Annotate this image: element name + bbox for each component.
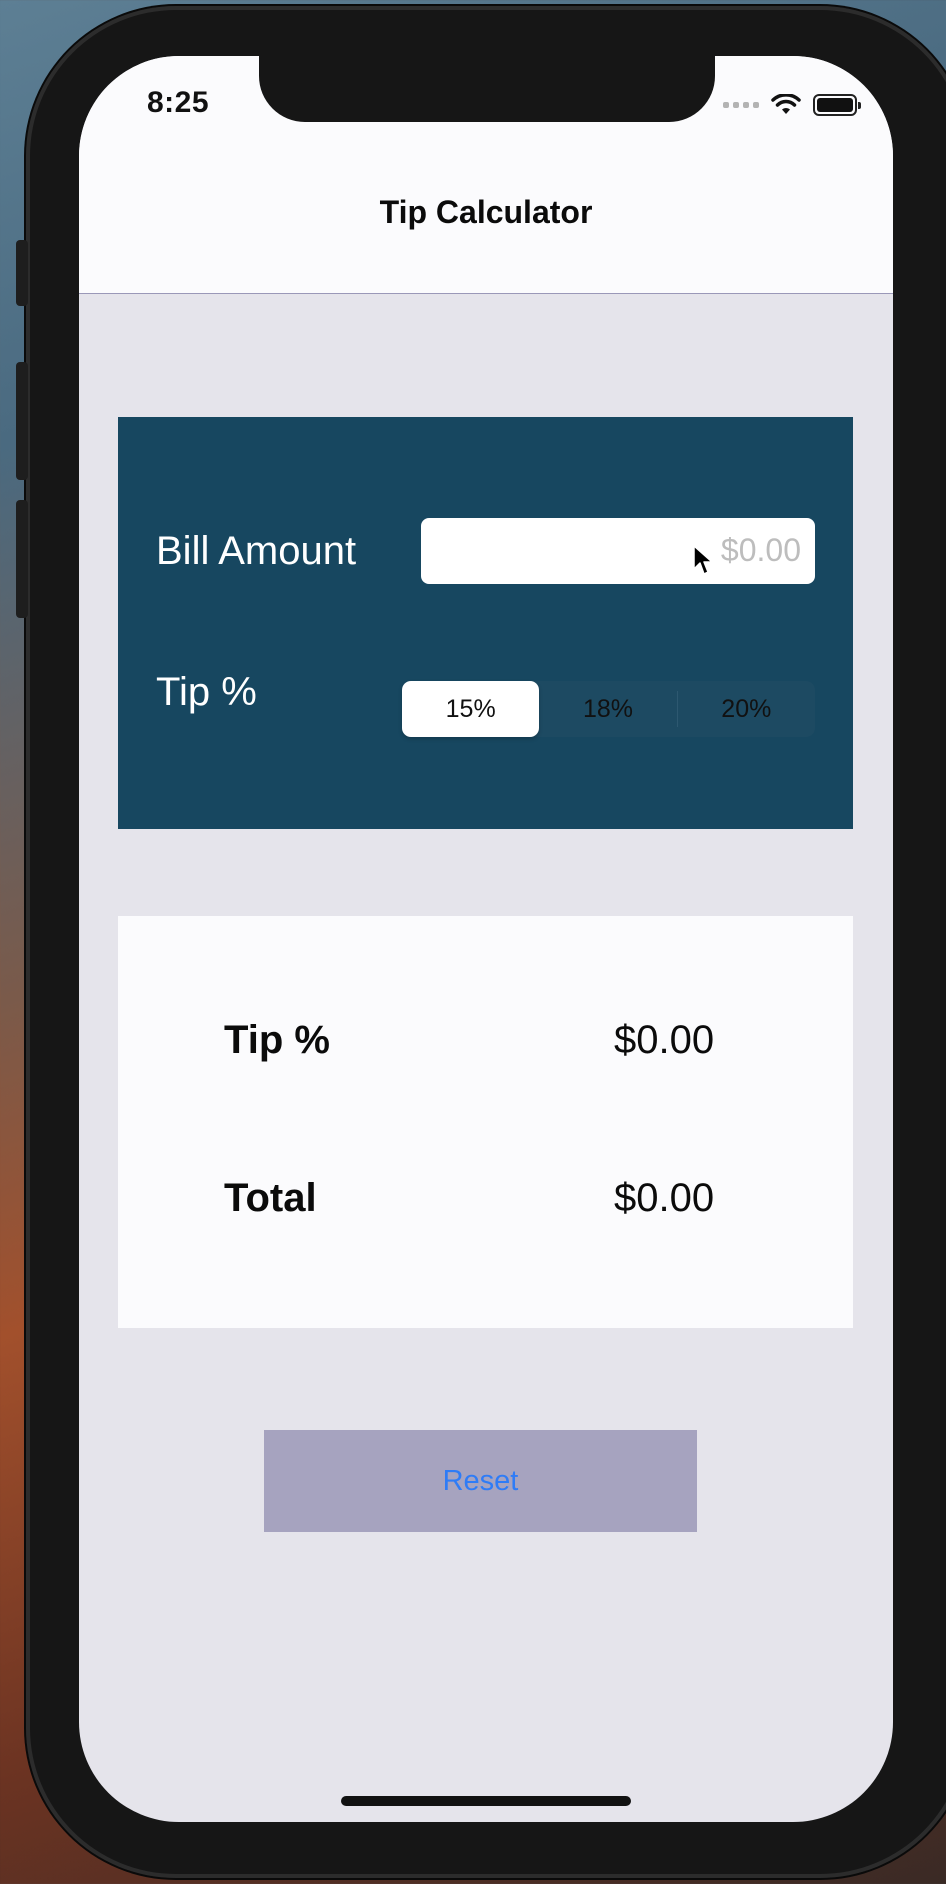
wifi-icon — [771, 94, 801, 114]
results-panel: Tip % $0.00 Total $0.00 — [118, 916, 853, 1328]
tip-option-label: 18% — [582, 694, 634, 723]
tip-percent-label: Tip % — [156, 670, 257, 714]
bill-amount-placeholder: $0.00 — [720, 532, 801, 568]
status-time: 8:25 — [147, 86, 210, 119]
volume-up-button — [16, 362, 28, 480]
tip-option-label: 15% — [445, 694, 496, 723]
tip-option-20[interactable]: 20% — [678, 681, 815, 737]
mouse-pointer-icon — [693, 545, 713, 575]
home-indicator[interactable] — [341, 1796, 631, 1806]
tip-percent-segmented-control[interactable]: 15% 18% 20% — [402, 681, 815, 737]
tip-option-label: 20% — [721, 694, 772, 723]
total-result-value: $0.00 — [614, 1176, 715, 1220]
notch — [259, 56, 715, 122]
volume-down-button — [16, 500, 28, 618]
battery-icon — [813, 94, 861, 116]
tip-option-15[interactable]: 15% — [402, 681, 540, 737]
total-result-label: Total — [224, 1176, 317, 1220]
status-icons — [723, 94, 861, 116]
tip-option-18[interactable]: 18% — [539, 681, 676, 737]
tip-result-label: Tip % — [224, 1018, 330, 1062]
bill-amount-input[interactable]: $0.00 — [421, 518, 815, 584]
input-panel: Bill Amount $0.00 Tip % 15% 18% 20% — [118, 417, 853, 829]
silent-switch — [16, 240, 28, 306]
tip-result-value: $0.00 — [614, 1018, 715, 1062]
phone-screen: 8:25 Tip Calculator Bill Amount $0.00 Ti… — [79, 56, 893, 1822]
navigation-bar: Tip Calculator — [79, 176, 893, 294]
cellular-signal-icon — [723, 102, 759, 108]
page-title: Tip Calculator — [379, 194, 593, 230]
bill-amount-label: Bill Amount — [156, 529, 357, 573]
reset-button[interactable]: Reset — [264, 1430, 697, 1532]
